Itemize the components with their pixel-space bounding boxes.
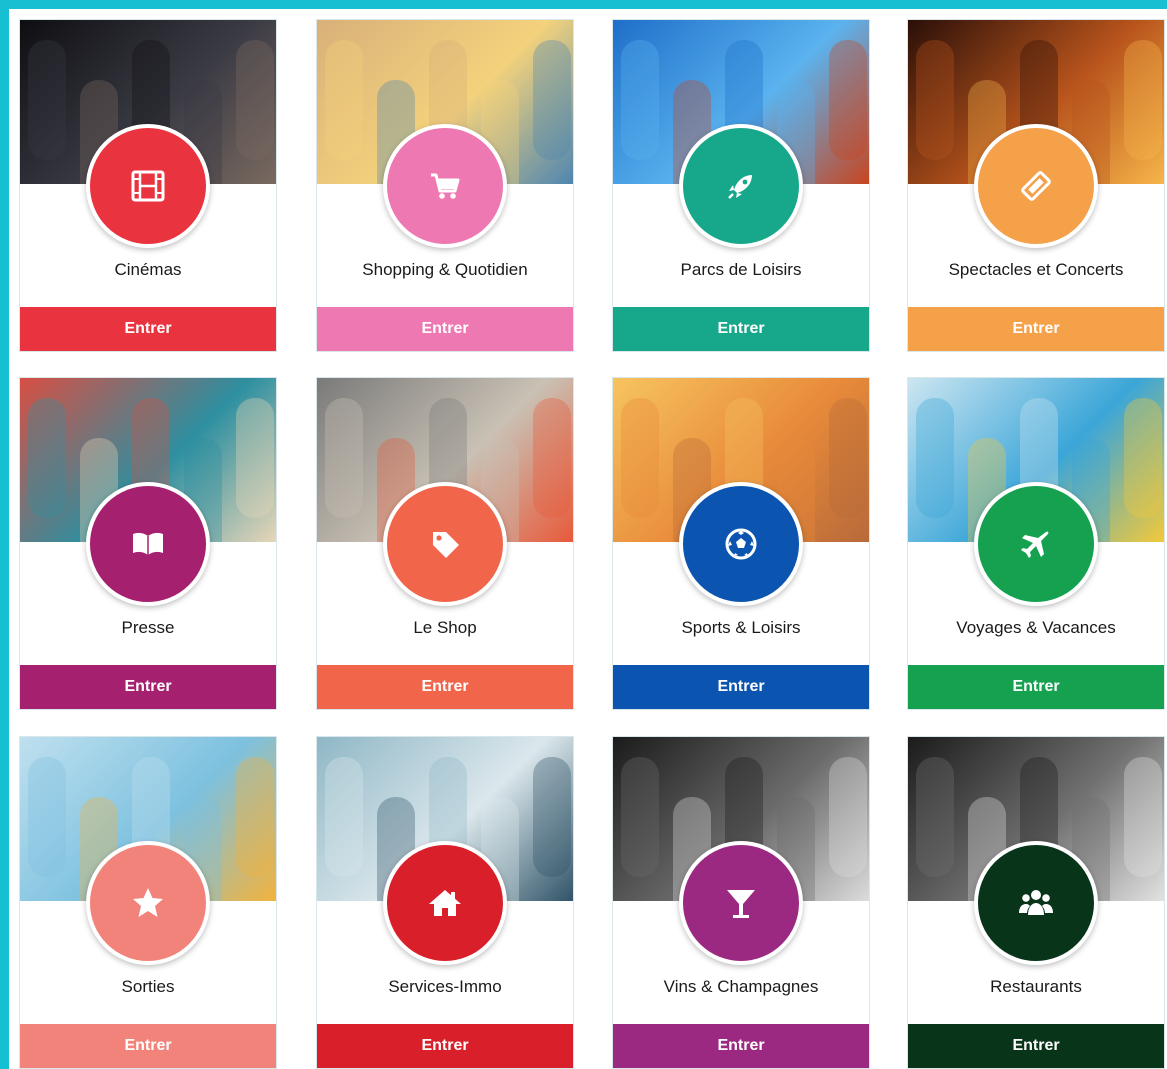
category-grid: Cinémas Entrer Shopping & Quotidien Entrer P… [0,0,1167,1069]
category-card[interactable]: Spectacles et Concerts Entrer [907,19,1165,352]
category-title: Vins & Champagnes [663,977,819,996]
photo-detail [621,398,659,518]
category-card[interactable]: Services-Immo Entrer [316,736,574,1069]
category-card[interactable]: Le Shop Entrer [316,377,574,710]
category-icon-badge [974,841,1098,965]
category-title: Services-Immo [388,977,502,996]
photo-detail [236,398,274,518]
category-icon-badge [974,124,1098,248]
photo-detail [829,40,867,160]
photo-detail [28,757,66,877]
photo-detail [236,40,274,160]
category-title: Sorties [121,977,175,996]
enter-button[interactable]: Entrer [908,1024,1164,1068]
category-icon-badge [679,124,803,248]
photo-detail [621,40,659,160]
category-title: Restaurants [990,977,1082,996]
cart-icon [425,166,465,206]
group-icon [1016,883,1056,923]
enter-button[interactable]: Entrer [908,307,1164,351]
category-card[interactable]: Cinémas Entrer [19,19,277,352]
category-card[interactable]: Voyages & Vacances Entrer [907,377,1165,710]
category-icon-badge [86,124,210,248]
photo-detail [325,398,363,518]
category-title: Le Shop [413,618,477,637]
photo-detail [1124,40,1162,160]
category-card[interactable]: Sorties Entrer [19,736,277,1069]
photo-detail [916,398,954,518]
plane-icon [1016,524,1056,564]
photo-detail [236,757,274,877]
photo-detail [916,757,954,877]
category-icon-badge [383,841,507,965]
category-icon-badge [383,124,507,248]
rocket-icon [721,166,761,206]
enter-button[interactable]: Entrer [613,665,869,709]
photo-detail [325,40,363,160]
cocktail-icon [721,883,761,923]
category-title: Sports & Loisirs [681,618,801,637]
film-icon [128,166,168,206]
football-icon [721,524,761,564]
category-title: Parcs de Loisirs [680,260,802,279]
enter-button[interactable]: Entrer [20,665,276,709]
photo-detail [28,398,66,518]
photo-detail [28,40,66,160]
category-card[interactable]: Sports & Loisirs Entrer [612,377,870,710]
category-card[interactable]: Restaurants Entrer [907,736,1165,1069]
enter-button[interactable]: Entrer [613,307,869,351]
category-card[interactable]: Shopping & Quotidien Entrer [316,19,574,352]
category-icon-badge [679,841,803,965]
category-icon-badge [86,841,210,965]
star-icon [128,883,168,923]
category-card[interactable]: Parcs de Loisirs Entrer [612,19,870,352]
category-title: Presse [121,618,175,637]
enter-button[interactable]: Entrer [20,307,276,351]
enter-button[interactable]: Entrer [317,307,573,351]
category-icon-badge [974,482,1098,606]
category-title: Spectacles et Concerts [948,260,1124,279]
photo-detail [325,757,363,877]
photo-detail [916,40,954,160]
photo-detail [829,398,867,518]
photo-detail [829,757,867,877]
enter-button[interactable]: Entrer [317,665,573,709]
photo-detail [533,398,571,518]
ticket-icon [1016,166,1056,206]
photo-detail [621,757,659,877]
book-icon [128,524,168,564]
tag-icon [425,524,465,564]
photo-detail [1124,398,1162,518]
category-icon-badge [383,482,507,606]
category-title: Voyages & Vacances [956,618,1116,637]
category-icon-badge [86,482,210,606]
enter-button[interactable]: Entrer [613,1024,869,1068]
category-title: Shopping & Quotidien [362,260,528,279]
enter-button[interactable]: Entrer [908,665,1164,709]
enter-button[interactable]: Entrer [317,1024,573,1068]
photo-detail [1124,757,1162,877]
category-title: Cinémas [114,260,182,279]
home-icon [425,883,465,923]
photo-detail [533,757,571,877]
photo-detail [533,40,571,160]
category-card[interactable]: Vins & Champagnes Entrer [612,736,870,1069]
enter-button[interactable]: Entrer [20,1024,276,1068]
category-icon-badge [679,482,803,606]
category-card[interactable]: Presse Entrer [19,377,277,710]
